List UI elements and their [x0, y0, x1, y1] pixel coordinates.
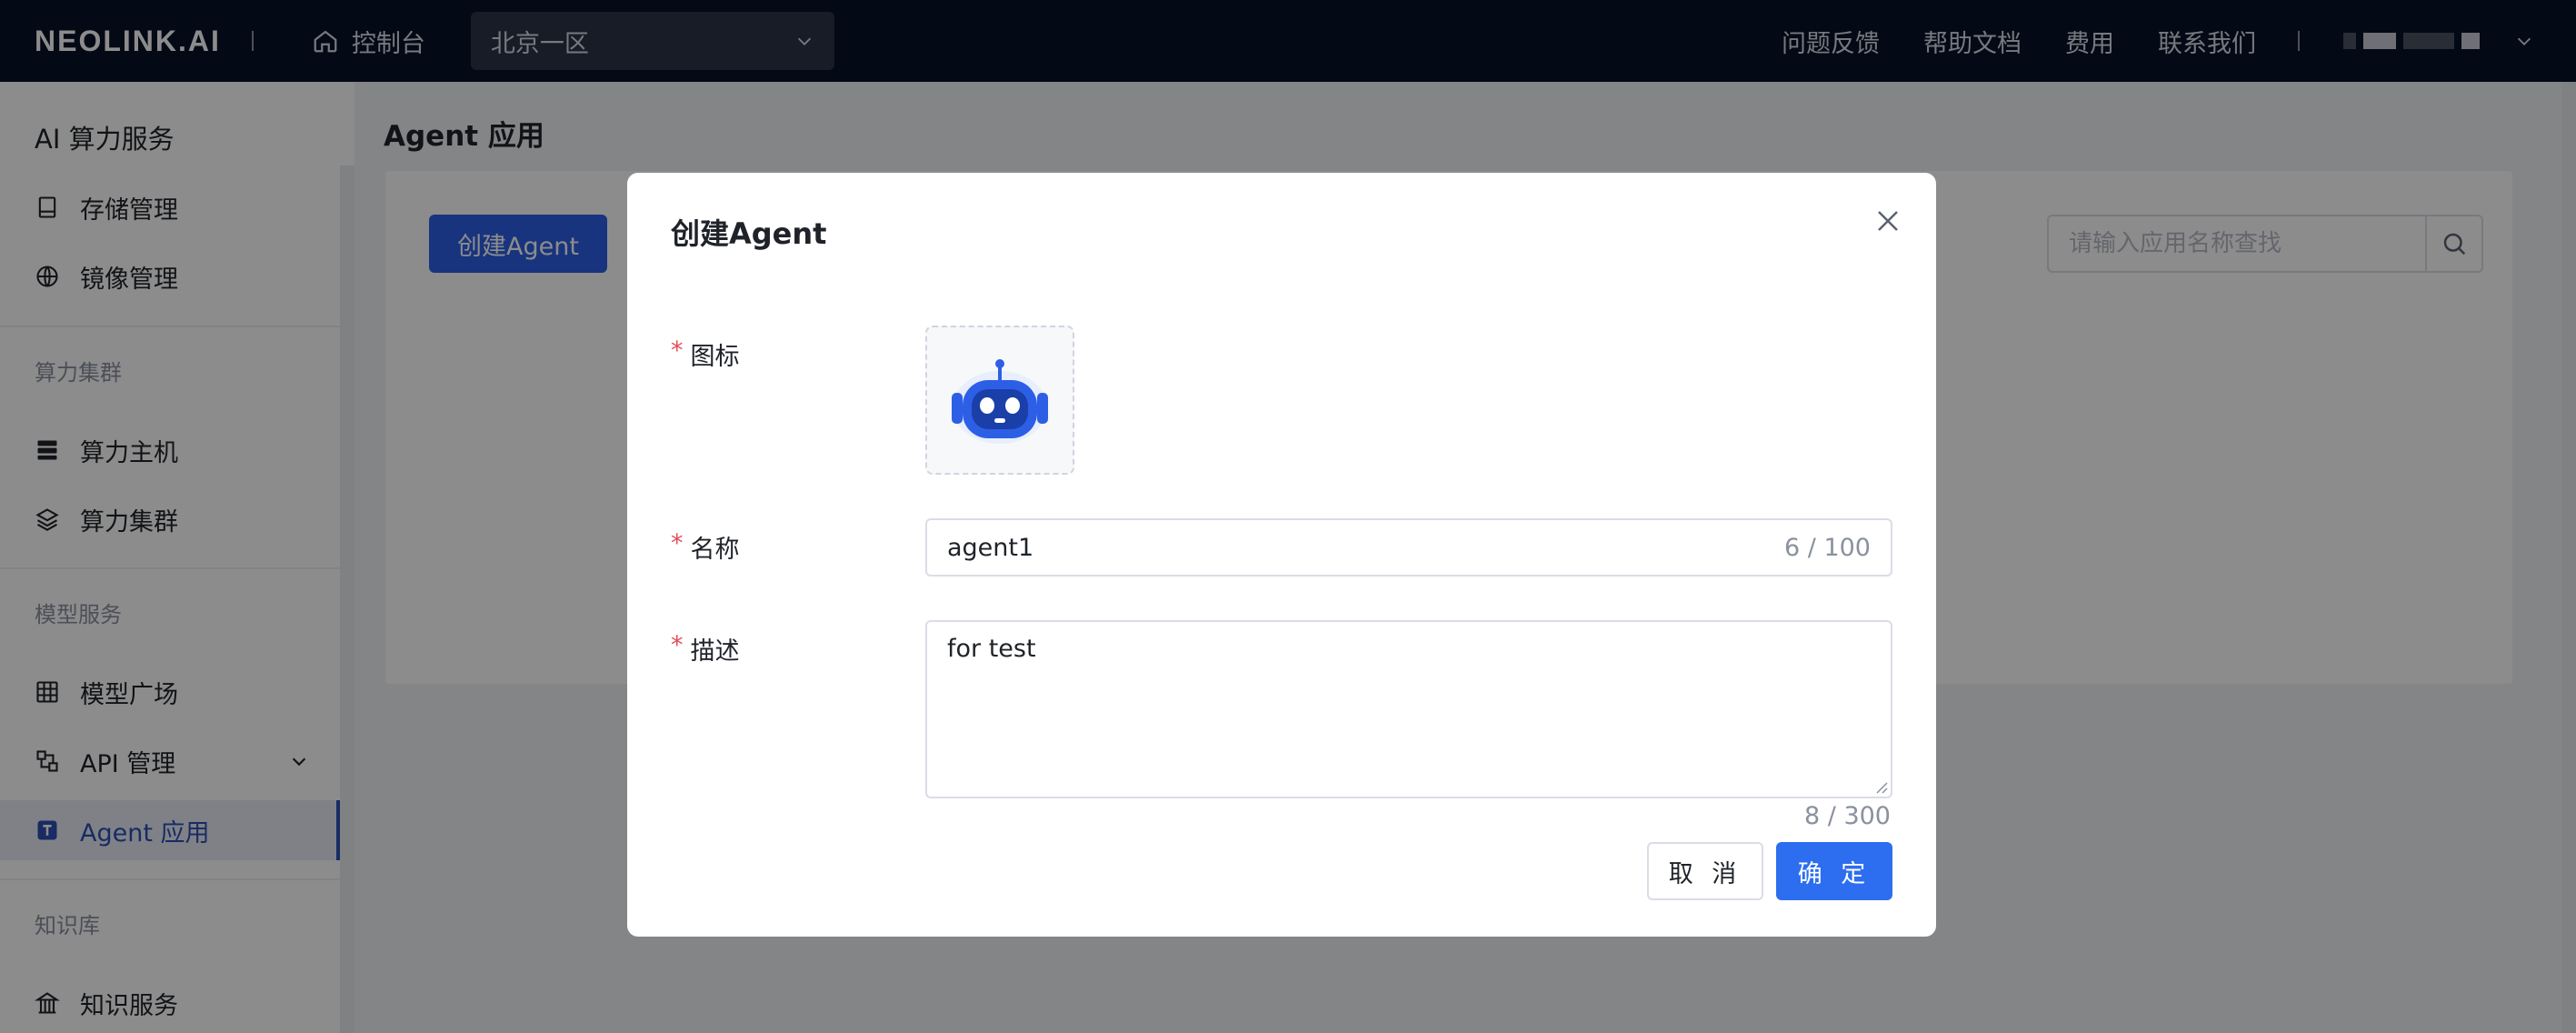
- description-field-label: * 描述: [671, 631, 740, 667]
- dialog-title: 创建Agent: [671, 216, 827, 251]
- description-textarea[interactable]: for test: [925, 620, 1892, 798]
- required-mark: *: [671, 529, 684, 557]
- close-button[interactable]: [1870, 203, 1906, 239]
- label-text: 描述: [690, 637, 740, 666]
- name-value: agent1: [947, 533, 1034, 562]
- create-agent-dialog: 创建Agent * 图标 * 名称 agent1 6 / 100 * 描述 fo…: [627, 173, 1936, 937]
- robot-icon: [952, 359, 1048, 444]
- cancel-button[interactable]: 取 消: [1647, 842, 1763, 900]
- label-text: 名称: [690, 536, 740, 564]
- confirm-button[interactable]: 确 定: [1776, 842, 1892, 900]
- name-field-label: * 名称: [671, 529, 740, 565]
- required-mark: *: [671, 631, 684, 659]
- name-char-count: 6 / 100: [1784, 533, 1871, 562]
- description-char-count: 8 / 300: [1804, 802, 1891, 830]
- icon-field-label: * 图标: [671, 336, 740, 372]
- name-input[interactable]: agent1 6 / 100: [925, 518, 1892, 577]
- description-value: for test: [947, 635, 1036, 663]
- label-text: 图标: [690, 343, 740, 371]
- close-icon: [1878, 211, 1898, 231]
- resize-handle-icon[interactable]: [1872, 777, 1888, 794]
- required-mark: *: [671, 336, 684, 365]
- icon-upload[interactable]: [925, 326, 1074, 475]
